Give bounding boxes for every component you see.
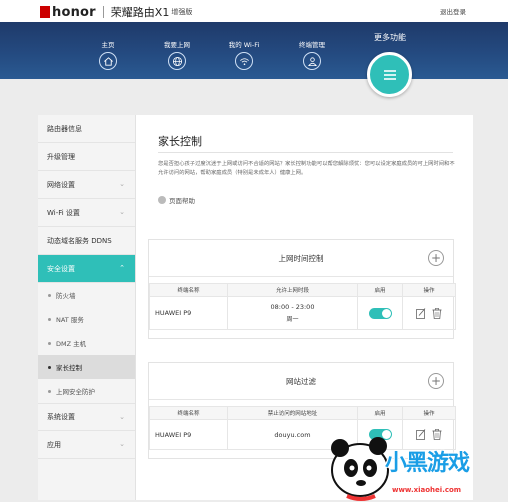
chevron-down-icon: ⌄ [119,208,125,216]
watermark-name: 小黑游戏 [385,451,470,476]
sidebar-item-wifi[interactable]: Wi-Fi 设置 ⌄ [38,199,135,227]
sidebar-sub-firewall[interactable]: 防火墙 [38,283,135,307]
user-icon [303,52,321,70]
page-description: 您是否担心孩子过度沉迷于上网或访问不合适的网站？家长控制功能可以帮您解除烦忧：您… [158,161,455,176]
sidebar-sub-web-protection[interactable]: 上网安全防护 [38,379,135,403]
device-name: HUAWEI P9 [149,419,228,450]
add-time-rule-button[interactable]: + [428,250,444,266]
sidebar-item-label: Wi-Fi 设置 [47,208,80,217]
column-header: 启用 [357,283,403,297]
sidebar-item-ddns[interactable]: 动态域名服务 DDNS [38,227,135,255]
column-header: 终端名称 [149,406,228,420]
time-range: 08:00 - 23:00 [270,303,315,311]
time-days: 周一 [286,316,299,323]
nav-home-label: 主页 [101,41,115,49]
column-header: 启用 [357,406,403,420]
chevron-down-icon: ⌄ [119,440,125,448]
column-header: 禁止访问的网站地址 [227,406,358,420]
sidebar-item-label: 网络设置 [47,180,75,189]
sidebar-item-label: 应用 [47,440,61,449]
column-header: 允许上网时段 [227,283,358,297]
nav-more-label[interactable]: 更多功能 [360,32,420,43]
product-name: 荣耀路由X1 [110,6,170,19]
edit-icon[interactable] [416,307,426,319]
watermark-url: www.xiaohei.com [392,486,462,494]
sidebar-sub-dmz[interactable]: DMZ 主机 [38,331,135,355]
sidebar-sub-nat[interactable]: NAT 服务 [38,307,135,331]
add-site-rule-button[interactable]: + [428,373,444,389]
sidebar-item-apps[interactable]: 应用 ⌄ [38,431,135,459]
brand-name: honor [52,4,96,20]
site-filter-header: 网站过滤 + [149,363,453,400]
actions-cell [402,296,456,330]
enable-toggle[interactable] [368,307,392,319]
chevron-down-icon: ⌄ [119,180,125,188]
nav-devices[interactable]: 终端管理 [282,39,342,70]
logout-link[interactable]: 退出登录 [440,6,466,16]
sidebar-item-label: 路由器信息 [47,124,82,133]
sidebar-item-label: 系统设置 [47,413,75,421]
home-icon [99,52,117,70]
honor-mark-icon [40,6,50,18]
sidebar: 路由器信息 升级管理 网络设置 ⌄ Wi-Fi 设置 ⌄ 动态域名服务 DDNS 安… [38,115,136,500]
column-header: 终端名称 [149,283,228,297]
sidebar-item-label: 安全设置 [47,264,75,273]
sidebar-item-network[interactable]: 网络设置 ⌄ [38,171,135,199]
time-range-cell: 08:00 - 23:00 周一 [227,296,358,330]
time-control-body: 终端名称 允许上网时段 启用 操作 HUAWEI P9 08:00 - 23:0… [149,277,456,338]
delete-icon[interactable] [432,307,442,319]
page-title: 家长控制 [158,135,202,148]
wifi-icon [235,52,253,70]
sidebar-item-router-info[interactable]: 路由器信息 [38,115,135,143]
time-control-panel: 上网时间控制 + 终端名称 允许上网时段 启用 操作 HUAWEI P9 08:… [148,239,456,339]
sidebar-item-label: 升级管理 [47,152,75,161]
site-filter-title: 网站过滤 [286,377,316,386]
nav-devices-label: 终端管理 [299,41,325,49]
sidebar-sub-parental-control[interactable]: 家长控制 [38,355,135,379]
time-control-title: 上网时间控制 [278,254,324,263]
brand-logo: honor 荣耀路由X1 增强版 [40,4,192,20]
device-name: HUAWEI P9 [149,296,228,330]
menu-icon [383,69,396,80]
column-header: 操作 [402,283,456,297]
page-help-label: 页面帮助 [169,197,195,205]
chevron-down-icon: ⌄ [119,413,125,421]
logo-divider [102,6,104,18]
title-divider [158,152,453,153]
sidebar-item-upgrade[interactable]: 升级管理 [38,143,135,171]
nav-home[interactable]: 主页 [78,39,138,70]
nav-wifi[interactable]: 我的 Wi-Fi [214,39,274,70]
sidebar-item-security[interactable]: 安全设置 ⌃ [38,255,135,283]
top-bar: honor 荣耀路由X1 增强版 退出登录 [0,0,508,22]
page-help-link[interactable]: 页面帮助 [158,195,195,205]
globe-icon [168,52,186,70]
enable-cell [357,296,403,330]
main-nav: 主页 我要上网 我的 Wi-Fi 终端管理 [0,22,508,79]
nav-internet-label: 我要上网 [164,41,190,49]
nav-internet[interactable]: 我要上网 [147,39,207,70]
table-row: HUAWEI P9 08:00 - 23:00 周一 [149,296,456,330]
column-header: 操作 [402,406,456,420]
time-control-header: 上网时间控制 + [149,240,453,277]
sidebar-item-label: 动态域名服务 DDNS [47,236,112,245]
time-control-table: 终端名称 允许上网时段 启用 操作 HUAWEI P9 08:00 - 23:0… [149,283,456,330]
product-edition: 增强版 [171,8,193,16]
more-functions-button[interactable] [367,52,412,97]
nav-wifi-label: 我的 Wi-Fi [228,41,260,49]
sidebar-item-system[interactable]: 系统设置 ⌄ [38,403,135,431]
chevron-up-icon: ⌃ [119,264,125,272]
help-icon [158,196,166,204]
